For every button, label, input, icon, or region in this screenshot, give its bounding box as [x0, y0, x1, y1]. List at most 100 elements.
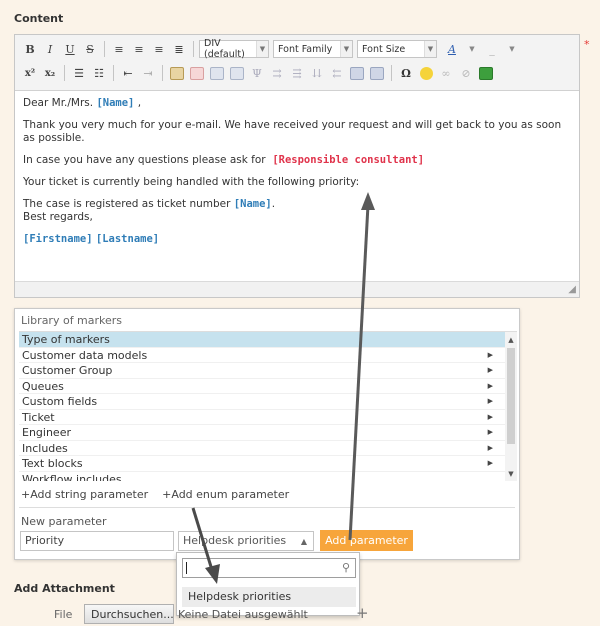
marker-list: Type of markers Customer data models ▶ Cu…: [19, 331, 517, 481]
add-parameter-button[interactable]: Add parameter: [320, 530, 413, 551]
list-item[interactable]: Text blocks ▶: [19, 456, 505, 472]
editor-content[interactable]: Dear Mr./Mrs. [Name] , Thank you very mu…: [15, 91, 579, 283]
bg-color-dropdown-icon[interactable]: ▼: [503, 40, 521, 58]
insert-table-icon[interactable]: [208, 64, 226, 82]
underline-button[interactable]: U: [61, 40, 79, 58]
insert-marker-icon[interactable]: [477, 64, 495, 82]
add-enum-parameter-link[interactable]: +Add enum parameter: [162, 488, 289, 501]
merge-cells-icon[interactable]: [348, 64, 366, 82]
editor-statusbar: ◢: [15, 281, 579, 297]
scrollbar-thumb[interactable]: [507, 348, 515, 444]
list-item[interactable]: Customer Group ▶: [19, 363, 505, 379]
toolbar-separator: [391, 65, 392, 81]
resize-handle-icon[interactable]: ◢: [568, 284, 576, 295]
search-icon: ⚲: [341, 561, 350, 574]
link-icon[interactable]: ∞: [437, 64, 455, 82]
italic-button[interactable]: I: [41, 40, 59, 58]
delete-col-icon[interactable]: ⇇: [328, 64, 346, 82]
split-cell-icon[interactable]: Ψ: [248, 64, 266, 82]
list-item[interactable]: Workflow includes: [19, 472, 505, 482]
regards-line: Best regards,: [23, 211, 93, 223]
add-string-parameter-link[interactable]: +Add string parameter: [21, 488, 148, 501]
bold-button[interactable]: B: [21, 40, 39, 58]
lastname-marker: [Lastname]: [95, 233, 160, 245]
font-size-select[interactable]: Font Size ▼: [357, 40, 437, 58]
chevron-down-icon: ▼: [424, 41, 436, 57]
parameter-type-value: Helpdesk priorities: [183, 534, 287, 547]
library-title: Library of markers: [21, 314, 123, 327]
format-select[interactable]: DIV (default) ▼: [199, 38, 269, 60]
list-item-label: Ticket: [22, 410, 55, 424]
text-cursor: [186, 562, 187, 574]
content-section-title: Content: [14, 12, 64, 25]
list-item[interactable]: Includes ▶: [19, 441, 505, 456]
toolbar-separator: [64, 65, 65, 81]
chevron-right-icon: ▶: [487, 459, 493, 467]
required-indicator: *: [584, 38, 590, 51]
insert-image-icon[interactable]: [188, 64, 206, 82]
align-center-icon[interactable]: ≡: [130, 40, 148, 58]
greeting-text: Dear Mr./Mrs.: [23, 97, 94, 109]
parameter-name-input[interactable]: Priority: [20, 531, 174, 551]
table-props-icon[interactable]: [228, 64, 246, 82]
insert-row-icon[interactable]: ⇉: [268, 64, 286, 82]
strikethrough-button[interactable]: S: [81, 40, 99, 58]
numbered-list-icon[interactable]: ☷: [90, 64, 108, 82]
toolbar-row-2: x² x₂ ☰ ☷ ⇤ ⇥ Ψ ⇉ ⇶ ⇊ ⇇ Ω ∞ ⊘: [21, 63, 495, 83]
thanks-paragraph: Thank you very much for your e-mail. We …: [23, 119, 562, 144]
ticket-name-marker: [Name]: [233, 198, 272, 210]
list-scrollbar[interactable]: ▲ ▼: [505, 332, 517, 481]
dropdown-search-input[interactable]: ⚲: [182, 558, 356, 578]
list-item[interactable]: Engineer ▶: [19, 425, 505, 441]
text-color-dropdown-icon[interactable]: ▼: [463, 40, 481, 58]
chevron-right-icon: ▶: [487, 350, 493, 359]
parameter-type-select[interactable]: Helpdesk priorities ▲: [178, 531, 314, 551]
toolbar-separator: [193, 41, 194, 57]
list-item-label: Queues: [22, 379, 64, 393]
delete-row-icon[interactable]: ⇊: [308, 64, 326, 82]
responsible-consultant-marker: [Responsible consultant]: [272, 154, 425, 166]
chevron-down-icon: ▼: [256, 41, 268, 57]
chevron-right-icon: ▶: [487, 428, 493, 436]
parameter-type-dropdown: ⚲ Helpdesk priorities: [176, 552, 360, 616]
rich-text-editor[interactable]: B I U S ≡ ≡ ≡ ≣ DIV (default) ▼ Font Fami…: [14, 34, 580, 298]
dropdown-option[interactable]: Helpdesk priorities: [182, 587, 356, 607]
questions-text: In case you have any questions please as…: [23, 154, 266, 166]
list-item[interactable]: Type of markers: [19, 332, 505, 348]
list-item-label: Text blocks: [22, 457, 83, 470]
edit-source-icon[interactable]: [168, 64, 186, 82]
special-char-button[interactable]: Ω: [397, 64, 415, 82]
subscript-button[interactable]: x₂: [41, 64, 59, 82]
chevron-up-icon[interactable]: ▲: [505, 334, 517, 346]
insert-col-icon[interactable]: ⇶: [288, 64, 306, 82]
emoticon-icon[interactable]: [417, 64, 435, 82]
bullet-list-icon[interactable]: ☰: [70, 64, 88, 82]
cell-props-icon[interactable]: [368, 64, 386, 82]
chevron-right-icon: ▶: [487, 366, 493, 374]
attachment-section-title: Add Attachment: [14, 582, 115, 595]
list-item-label: Custom fields: [22, 395, 98, 408]
align-justify-icon[interactable]: ≣: [170, 40, 188, 58]
text-color-button[interactable]: A: [443, 40, 461, 58]
file-name-text: Keine Datei ausgewählt.: [178, 608, 308, 621]
align-right-icon[interactable]: ≡: [150, 40, 168, 58]
chevron-right-icon: ▶: [487, 381, 493, 390]
list-item[interactable]: Custom fields ▶: [19, 394, 505, 410]
outdent-icon[interactable]: ⇤: [119, 64, 137, 82]
font-family-select[interactable]: Font Family ▼: [273, 40, 353, 58]
indent-icon[interactable]: ⇥: [139, 64, 157, 82]
list-item[interactable]: Customer data models ▶: [19, 348, 505, 363]
list-item[interactable]: Queues ▶: [19, 379, 505, 394]
add-attachment-icon[interactable]: +: [356, 604, 369, 622]
chevron-down-icon[interactable]: ▼: [505, 468, 517, 480]
superscript-button[interactable]: x²: [21, 64, 39, 82]
format-select-value: DIV (default): [204, 38, 245, 60]
chevron-down-icon: ▼: [340, 41, 352, 57]
chevron-up-icon: ▲: [300, 537, 307, 546]
list-item[interactable]: Ticket ▶: [19, 410, 505, 425]
questions-line: In case you have any questions please as…: [23, 154, 571, 167]
browse-file-button[interactable]: Durchsuchen...: [84, 604, 174, 624]
align-left-icon[interactable]: ≡: [110, 40, 128, 58]
unlink-icon[interactable]: ⊘: [457, 64, 475, 82]
bg-color-button[interactable]: _: [483, 40, 501, 58]
